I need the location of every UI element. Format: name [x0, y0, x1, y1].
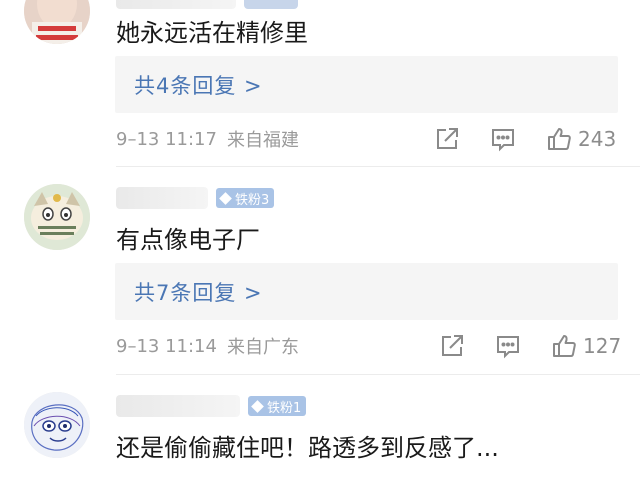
reply-expander[interactable]: 共4条回复 > [115, 56, 618, 113]
comment-actions: 127 [439, 331, 621, 361]
username-row [116, 0, 298, 10]
comment-text: 还是偷偷藏住吧！路透多到反感了... [116, 434, 499, 462]
comment-location: 来自广东 [226, 337, 299, 358]
fan-badge: 铁粉3 [216, 188, 275, 208]
comment-icon[interactable] [495, 333, 521, 359]
fan-badge: 铁粉1 [248, 396, 307, 416]
like-icon[interactable] [546, 126, 572, 152]
reply-count-label: 共4条回复 > [134, 73, 263, 98]
reply-expander[interactable]: 共7条回复 > [115, 263, 618, 320]
share-icon[interactable] [434, 126, 460, 152]
avatar[interactable] [24, 0, 90, 44]
comment-date: 9–13 11:14 [116, 335, 217, 357]
comment-meta: 9–13 11:14 来自广东 [116, 331, 299, 361]
fan-badge-label: 铁粉3 [235, 192, 270, 208]
username-row: 铁粉3 [116, 186, 275, 210]
share-icon[interactable] [439, 333, 465, 359]
like-count: 243 [578, 127, 617, 151]
fan-diamond-icon [219, 191, 232, 205]
comment-text: 她永远活在精修里 [116, 19, 308, 47]
comment-divider [116, 166, 640, 167]
comment-date: 9–13 11:17 [116, 128, 217, 150]
like-count: 127 [583, 334, 622, 358]
like-icon[interactable] [551, 333, 577, 359]
comment-text: 有点像电子厂 [116, 226, 260, 254]
avatar[interactable] [24, 392, 90, 458]
avatar[interactable] [24, 184, 90, 250]
comment-icon[interactable] [490, 126, 516, 152]
comment-meta: 9–13 11:17 来自福建 [116, 124, 299, 154]
fan-diamond-icon [251, 399, 264, 413]
reply-count-label: 共7条回复 > [134, 280, 263, 305]
comment-actions: 243 [434, 124, 616, 154]
username[interactable] [116, 187, 208, 209]
username-row: 铁粉1 [116, 394, 307, 418]
fan-badge [244, 0, 298, 9]
username[interactable] [116, 395, 240, 417]
username[interactable] [116, 0, 236, 9]
comment-location: 来自福建 [226, 130, 299, 151]
fan-badge-label: 铁粉1 [267, 400, 302, 416]
comment-divider [116, 374, 640, 375]
